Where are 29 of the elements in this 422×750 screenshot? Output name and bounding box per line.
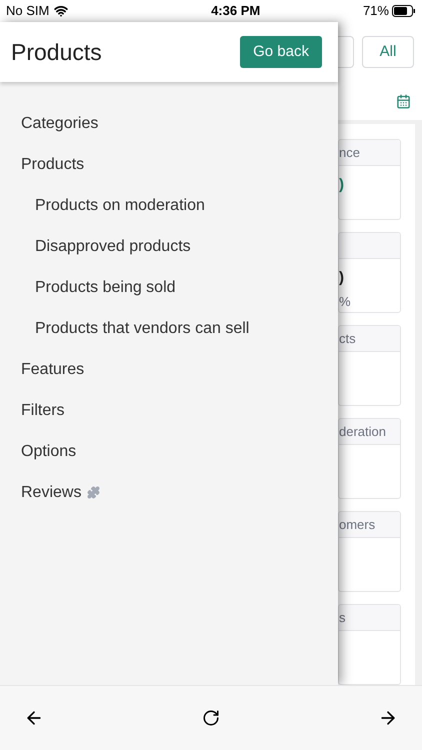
menu-item[interactable]: Features — [21, 358, 84, 382]
card-header: cts — [339, 330, 356, 348]
card-header: nce — [339, 144, 360, 162]
submenu-item[interactable]: Disapproved products — [35, 234, 191, 258]
card-value: ) — [339, 175, 344, 195]
clock: 4:36 PM — [211, 2, 260, 20]
calendar-icon[interactable] — [396, 94, 411, 108]
card-header: deration — [339, 422, 386, 441]
card-value: ) — [339, 268, 344, 288]
drawer-title: Products — [11, 38, 102, 67]
card-header: s — [339, 608, 346, 627]
battery-percent: 71% — [362, 2, 389, 20]
all-filter-button[interactable]: All — [362, 36, 414, 68]
submenu-item[interactable]: Products being sold — [35, 276, 176, 300]
card-header: omers — [339, 516, 376, 534]
menu-item[interactable]: Categories — [21, 112, 98, 136]
card-note: % — [339, 292, 351, 310]
puzzle-icon — [87, 486, 100, 499]
go-back-button[interactable]: Go back — [240, 36, 322, 68]
menu-item[interactable]: Options — [21, 440, 76, 464]
wifi-icon — [54, 4, 68, 18]
submenu-item[interactable]: Products that vendors can sell — [35, 316, 250, 340]
battery-icon — [392, 5, 416, 17]
menu-item[interactable]: Reviews — [21, 480, 82, 504]
menu-item[interactable]: Filters — [21, 398, 65, 422]
submenu-item[interactable]: Products on moderation — [35, 194, 205, 218]
reload-icon[interactable] — [202, 709, 220, 727]
menu-item[interactable]: Products — [21, 152, 84, 176]
carrier-label: No SIM — [6, 2, 50, 20]
